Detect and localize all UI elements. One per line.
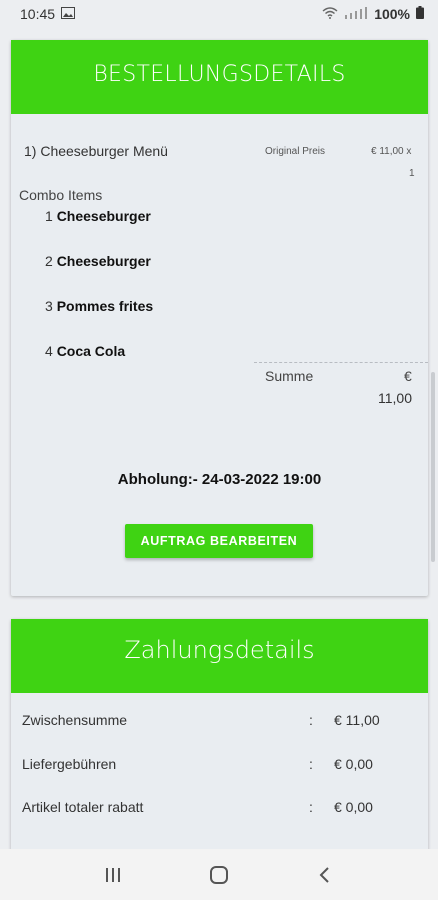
combo-item-name: Cheeseburger: [56, 253, 151, 269]
payment-row-value: € 0,00: [334, 756, 373, 772]
recent-apps-icon: [106, 867, 120, 882]
payment-row: Artikel totaler rabatt : € 0,00: [11, 799, 428, 819]
payment-row-value: € 11,00: [334, 712, 380, 728]
sum-currency: €: [404, 368, 412, 384]
home-icon: [210, 865, 228, 884]
status-time: 10:45: [20, 6, 56, 22]
payment-details-card: Zahlungsdetails Zwischensumme : € 11,00 …: [11, 619, 428, 879]
pickup-time: Abholung:- 24-03-2022 19:00: [117, 471, 322, 488]
item-price: € 11,00 x: [371, 146, 412, 157]
sum-value: 11,00: [378, 390, 412, 406]
payment-details-banner: Zahlungsdetails: [11, 619, 428, 693]
home-button[interactable]: [199, 860, 239, 890]
combo-item-number: 1: [45, 208, 53, 224]
back-icon: [319, 866, 329, 883]
wifi-icon: [322, 6, 338, 22]
payment-row-separator: :: [309, 799, 313, 815]
battery-icon: [416, 6, 424, 22]
combo-item-name: Cheeseburger: [56, 208, 151, 224]
combo-item-name: Coca Cola: [56, 343, 126, 359]
combo-item-number: 3: [45, 298, 53, 314]
combo-item-number: 2: [45, 253, 53, 269]
image-icon: [61, 6, 76, 22]
item-quantity: 1: [409, 168, 415, 179]
payment-row-separator: :: [309, 756, 313, 772]
sum-divider: [254, 362, 428, 363]
order-details-card: BESTELLUNGSDETAILS 1) Cheeseburger Menü …: [11, 40, 428, 596]
combo-item: 4 Coca Cola: [45, 343, 125, 359]
signal-icon: [344, 6, 368, 22]
combo-item-number: 4: [45, 343, 53, 359]
recent-apps-button[interactable]: [93, 860, 133, 890]
edit-order-button[interactable]: AUFTRAG BEARBEITEN: [125, 524, 313, 558]
android-nav-bar: [0, 849, 438, 900]
battery-label: 100%: [374, 6, 410, 22]
payment-row-separator: :: [309, 712, 313, 728]
item-title: 1) Cheeseburger Menü: [24, 143, 168, 159]
combo-items-label: Combo Items: [19, 187, 103, 203]
original-price-label: Original Preis: [265, 146, 326, 157]
payment-row: Zwischensumme : € 11,00: [11, 712, 428, 732]
combo-item: 1 Cheeseburger: [45, 208, 151, 224]
status-bar: 10:45 100%: [0, 0, 438, 28]
combo-item: 2 Cheeseburger: [45, 253, 151, 269]
back-button[interactable]: [305, 860, 345, 890]
combo-item-name: Pommes frites: [56, 298, 154, 314]
payment-row-label: Zwischensumme: [22, 712, 128, 728]
payment-row-label: Liefergebühren: [22, 756, 117, 772]
payment-row: Liefergebühren : € 0,00: [11, 756, 428, 776]
sum-label: Summe: [265, 368, 314, 384]
payment-row-value: € 0,00: [334, 799, 373, 815]
scrollbar[interactable]: [431, 372, 435, 562]
payment-row-label: Artikel totaler rabatt: [22, 799, 144, 815]
order-details-banner: BESTELLUNGSDETAILS: [11, 40, 428, 114]
combo-item: 3 Pommes frites: [45, 298, 153, 314]
